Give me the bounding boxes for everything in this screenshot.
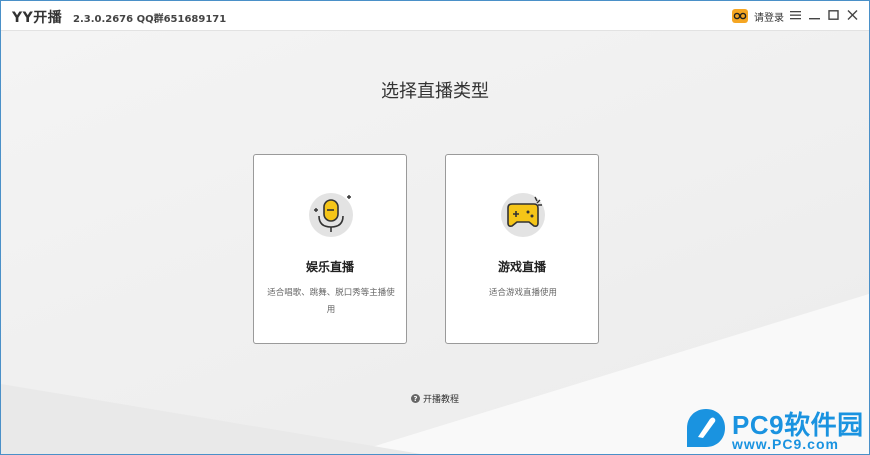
login-button[interactable]: 请登录 xyxy=(732,8,784,24)
watermark-url: www.PC9.com xyxy=(732,436,839,452)
entertainment-live-card[interactable]: 娱乐直播 适合唱歌、跳舞、脱口秀等主播使用 xyxy=(253,154,407,344)
game-live-card[interactable]: 游戏直播 适合游戏直播使用 xyxy=(445,154,599,344)
card-description: 适合唱歌、跳舞、脱口秀等主播使用 xyxy=(267,288,395,315)
minimize-icon[interactable] xyxy=(806,7,822,23)
microphone-icon xyxy=(307,191,355,239)
card-title: 游戏直播 xyxy=(497,260,546,274)
tutorial-link[interactable]: ? 开播教程 xyxy=(1,392,869,405)
maximize-icon[interactable] xyxy=(825,7,841,23)
card-title: 娱乐直播 xyxy=(305,260,354,274)
login-label: 请登录 xyxy=(754,12,784,24)
watermark: PC9软件园 www.PC9.com xyxy=(685,405,869,454)
pc9-logo-icon xyxy=(685,407,727,449)
card-description: 适合游戏直播使用 xyxy=(488,288,557,298)
tutorial-label: 开播教程 xyxy=(422,395,459,405)
app-window: YY开播 2.3.0.2676 QQ群651689171 请登录 选择直播类型 … xyxy=(1,1,869,454)
menu-icon[interactable] xyxy=(787,7,803,23)
gamepad-icon xyxy=(499,191,547,239)
help-icon: ? xyxy=(410,394,420,403)
close-icon[interactable] xyxy=(844,7,860,23)
version-info: 2.3.0.2676 QQ群651689171 xyxy=(73,14,227,25)
page-title: 选择直播类型 xyxy=(381,81,489,102)
title-bar: YY开播 2.3.0.2676 QQ群651689171 请登录 xyxy=(1,1,869,31)
yy-avatar-icon xyxy=(732,9,748,23)
app-title: YY开播 xyxy=(12,10,63,26)
